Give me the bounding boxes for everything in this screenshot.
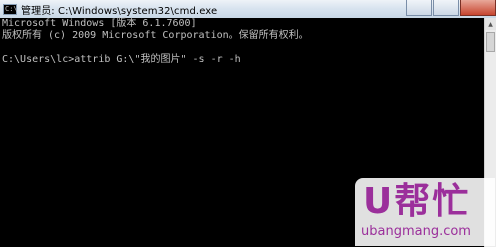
watermark-logo: U帮忙 ubangmang.com (355, 178, 495, 246)
window-controls (405, 0, 496, 18)
window-title: 管理员: C:\Windows\system32\cmd.exe (21, 5, 218, 17)
watermark-brand: U帮忙 (363, 181, 471, 222)
cmd-icon-glyph: C:\ (5, 4, 18, 13)
title-bar[interactable]: C:\ 管理员: C:\Windows\system32\cmd.exe (0, 0, 496, 18)
maximize-button[interactable] (433, 0, 459, 16)
cmd-window: C:\ 管理员: C:\Windows\system32\cmd.exe Mic… (0, 0, 496, 247)
console-line-version: Microsoft Windows [版本 6.1.7600] (2, 18, 197, 29)
console-line-copyright: 版权所有 (c) 2009 Microsoft Corporation。保留所有… (2, 30, 309, 41)
close-button[interactable] (460, 0, 496, 16)
console-line-command: C:\Users\lc>attrib G:\"我的图片" -s -r -h (2, 54, 241, 65)
scroll-up-arrow-icon[interactable]: ▲ (485, 18, 496, 30)
minimize-button[interactable] (406, 0, 432, 16)
cmd-app-icon[interactable]: C:\ (3, 3, 18, 15)
watermark-url: ubangmang.com (361, 224, 471, 239)
scroll-thumb[interactable] (486, 32, 495, 52)
